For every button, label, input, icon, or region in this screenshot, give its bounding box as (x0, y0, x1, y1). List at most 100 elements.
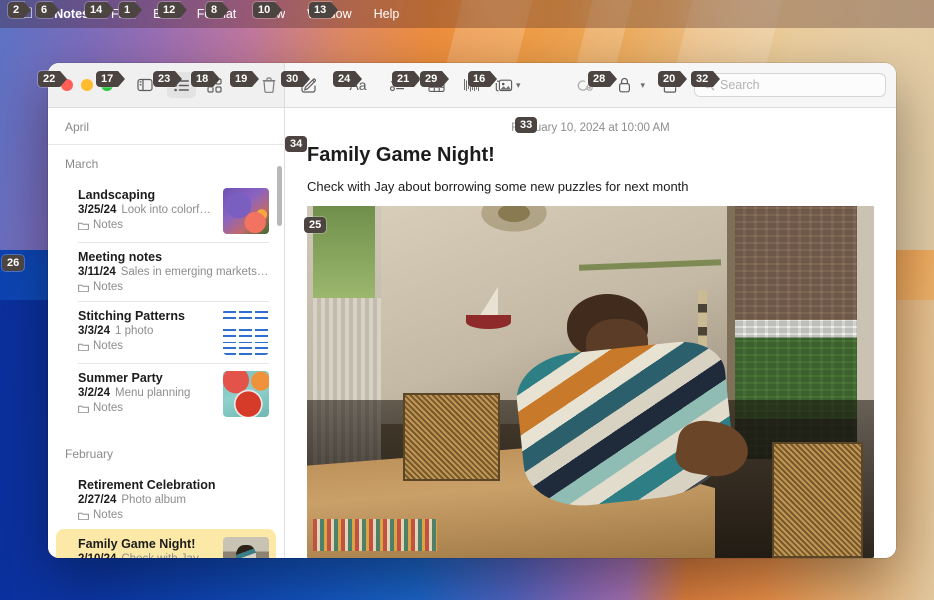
list-item[interactable]: Stitching Patterns 3/3/24 1 photo Notes (56, 301, 276, 363)
note-preview: Look into colorfu… (121, 204, 214, 216)
notes-window: Aa (48, 63, 896, 558)
search-placeholder: Search (720, 78, 760, 92)
chevron-down-icon[interactable]: ▾ (516, 80, 521, 91)
list-item[interactable]: Landscaping 3/25/24 Look into colorfu… No… (56, 180, 276, 242)
menu-item-help[interactable]: Help (363, 0, 411, 28)
photo-hull (465, 314, 512, 330)
note-preview-line: 3/11/24 Sales in emerging markets… (78, 266, 269, 278)
note-folder-line: Notes (78, 340, 214, 352)
folder-icon (78, 222, 89, 230)
folder-icon (78, 284, 89, 292)
note-preview-line: 2/27/24 Photo album (78, 494, 269, 506)
note-folder-label: Notes (93, 281, 124, 293)
badge-view-menu: 8 (206, 2, 230, 18)
photo-child (505, 294, 753, 540)
badge-draw: 16 (468, 71, 498, 87)
note-folder-label: Notes (93, 219, 124, 231)
list-item[interactable]: Meeting notes 3/11/24 Sales in emerging m… (56, 242, 276, 301)
note-timestamp: February 10, 2024 at 10:00 AM (511, 122, 670, 134)
list-item[interactable]: Summer Party 3/2/24 Menu planning Notes (56, 363, 276, 425)
note-thumbnail (223, 371, 269, 417)
badge-gallery-view: 18 (191, 71, 221, 87)
badge-format-menu: 12 (158, 2, 188, 18)
note-folder-line: Notes (78, 509, 269, 521)
page-title[interactable]: Family Game Night! (285, 134, 896, 167)
badge-window-menu: 10 (253, 2, 283, 18)
note-item-content: Landscaping 3/25/24 Look into colorfu… No… (78, 188, 214, 234)
note-thumbnail (223, 537, 269, 558)
badge-format-aa: 24 (333, 71, 363, 87)
note-title: Stitching Patterns (78, 309, 185, 323)
note-body-text[interactable]: Check with Jay about borrowing some new … (285, 167, 896, 206)
note-folder-line: Notes (78, 402, 214, 414)
folder-icon (78, 405, 89, 413)
note-folder-label: Notes (93, 340, 124, 352)
note-preview-line: 2/10/24 Check with Jay a… (78, 553, 214, 558)
note-date: 3/11/24 (78, 266, 116, 278)
badge-delete: 19 (230, 71, 260, 87)
note-item-content: Family Game Night! 2/10/24 Check with Jay… (78, 537, 214, 558)
badge-file-menu: 14 (85, 2, 115, 18)
photo-wreath (477, 206, 551, 235)
note-thumbnail (223, 309, 269, 355)
note-thumbnail (223, 188, 269, 234)
month-header-march: March (65, 157, 99, 171)
note-preview-line: 3/25/24 Look into colorfu… (78, 204, 214, 216)
photo-sail (479, 286, 499, 317)
badge-compose: 30 (281, 71, 311, 87)
note-item-content: Retirement Celebration 2/27/24 Photo albu… (78, 478, 269, 521)
note-title: Landscaping (78, 188, 156, 202)
month-header-april: April (48, 108, 284, 145)
note-preview: Sales in emerging markets… (120, 266, 269, 278)
lock-chevron-down-icon[interactable]: ▾ (640, 80, 645, 91)
folder-icon (78, 343, 89, 351)
search-input[interactable]: Search (694, 73, 886, 97)
note-preview-line: 3/2/24 Menu planning (78, 387, 214, 399)
badge-sidebar-toggle: 17 (96, 71, 126, 87)
badge-edit-menu: 1 (119, 2, 143, 18)
month-header-february: February (65, 447, 114, 461)
folder-icon (78, 512, 89, 520)
note-title: Retirement Celebration (78, 478, 216, 492)
photo-puzzle-pieces (312, 519, 438, 551)
window-body: April March Landscaping 3/25/24 Look into… (48, 108, 896, 558)
photo-sailboat-decor (465, 286, 512, 330)
note-date: 3/3/24 (78, 325, 110, 337)
notes-list-scrollbar[interactable] (277, 166, 282, 226)
photo-chair-right (771, 441, 863, 558)
badge-desktop-left: 26 (2, 255, 25, 271)
note-folder-label: Notes (93, 509, 124, 521)
note-preview: Photo album (121, 494, 186, 506)
minimize-button[interactable] (81, 79, 93, 91)
note-photo[interactable] (307, 206, 874, 558)
note-title: Meeting notes (78, 250, 163, 264)
note-preview-line: 3/3/24 1 photo (78, 325, 214, 337)
list-item[interactable]: Retirement Celebration 2/27/24 Photo albu… (56, 470, 276, 529)
note-preview: Check with Jay a… (121, 553, 214, 558)
note-detail-pane[interactable]: February 10, 2024 at 10:00 AM Family Gam… (285, 108, 896, 558)
list-item-selected[interactable]: Family Game Night! 2/10/24 Check with Jay… (56, 529, 276, 558)
note-folder-label: Notes (93, 402, 124, 414)
note-item-content: Meeting notes 3/11/24 Sales in emerging m… (78, 250, 269, 293)
photo-chair-left (403, 392, 500, 481)
badge-media: 28 (588, 71, 618, 87)
badge-apple-menu: 2 (8, 2, 32, 18)
note-preview: 1 photo (114, 325, 154, 337)
notes-list[interactable]: April March Landscaping 3/25/24 Look into… (48, 108, 285, 558)
badge-list-view: 23 (153, 71, 183, 87)
badge-help-menu: 13 (309, 2, 339, 18)
badge-checklist: 21 (392, 71, 422, 87)
note-preview: Menu planning (114, 387, 191, 399)
badge-table: 29 (420, 71, 450, 87)
note-item-content: Stitching Patterns 3/3/24 1 photo Notes (78, 309, 214, 355)
note-title: Summer Party (78, 371, 163, 385)
note-folder-line: Notes (78, 281, 269, 293)
badge-note-photo: 25 (304, 217, 327, 233)
note-date: 3/25/24 (78, 204, 117, 216)
note-title: Family Game Night! (78, 537, 196, 551)
badge-traffic-lights: 22 (38, 71, 68, 87)
badge-notes-menu: 6 (36, 2, 60, 18)
badge-note-date: 33 (515, 117, 538, 133)
note-date: 2/10/24 (78, 553, 116, 558)
badge-share: 32 (691, 71, 721, 87)
